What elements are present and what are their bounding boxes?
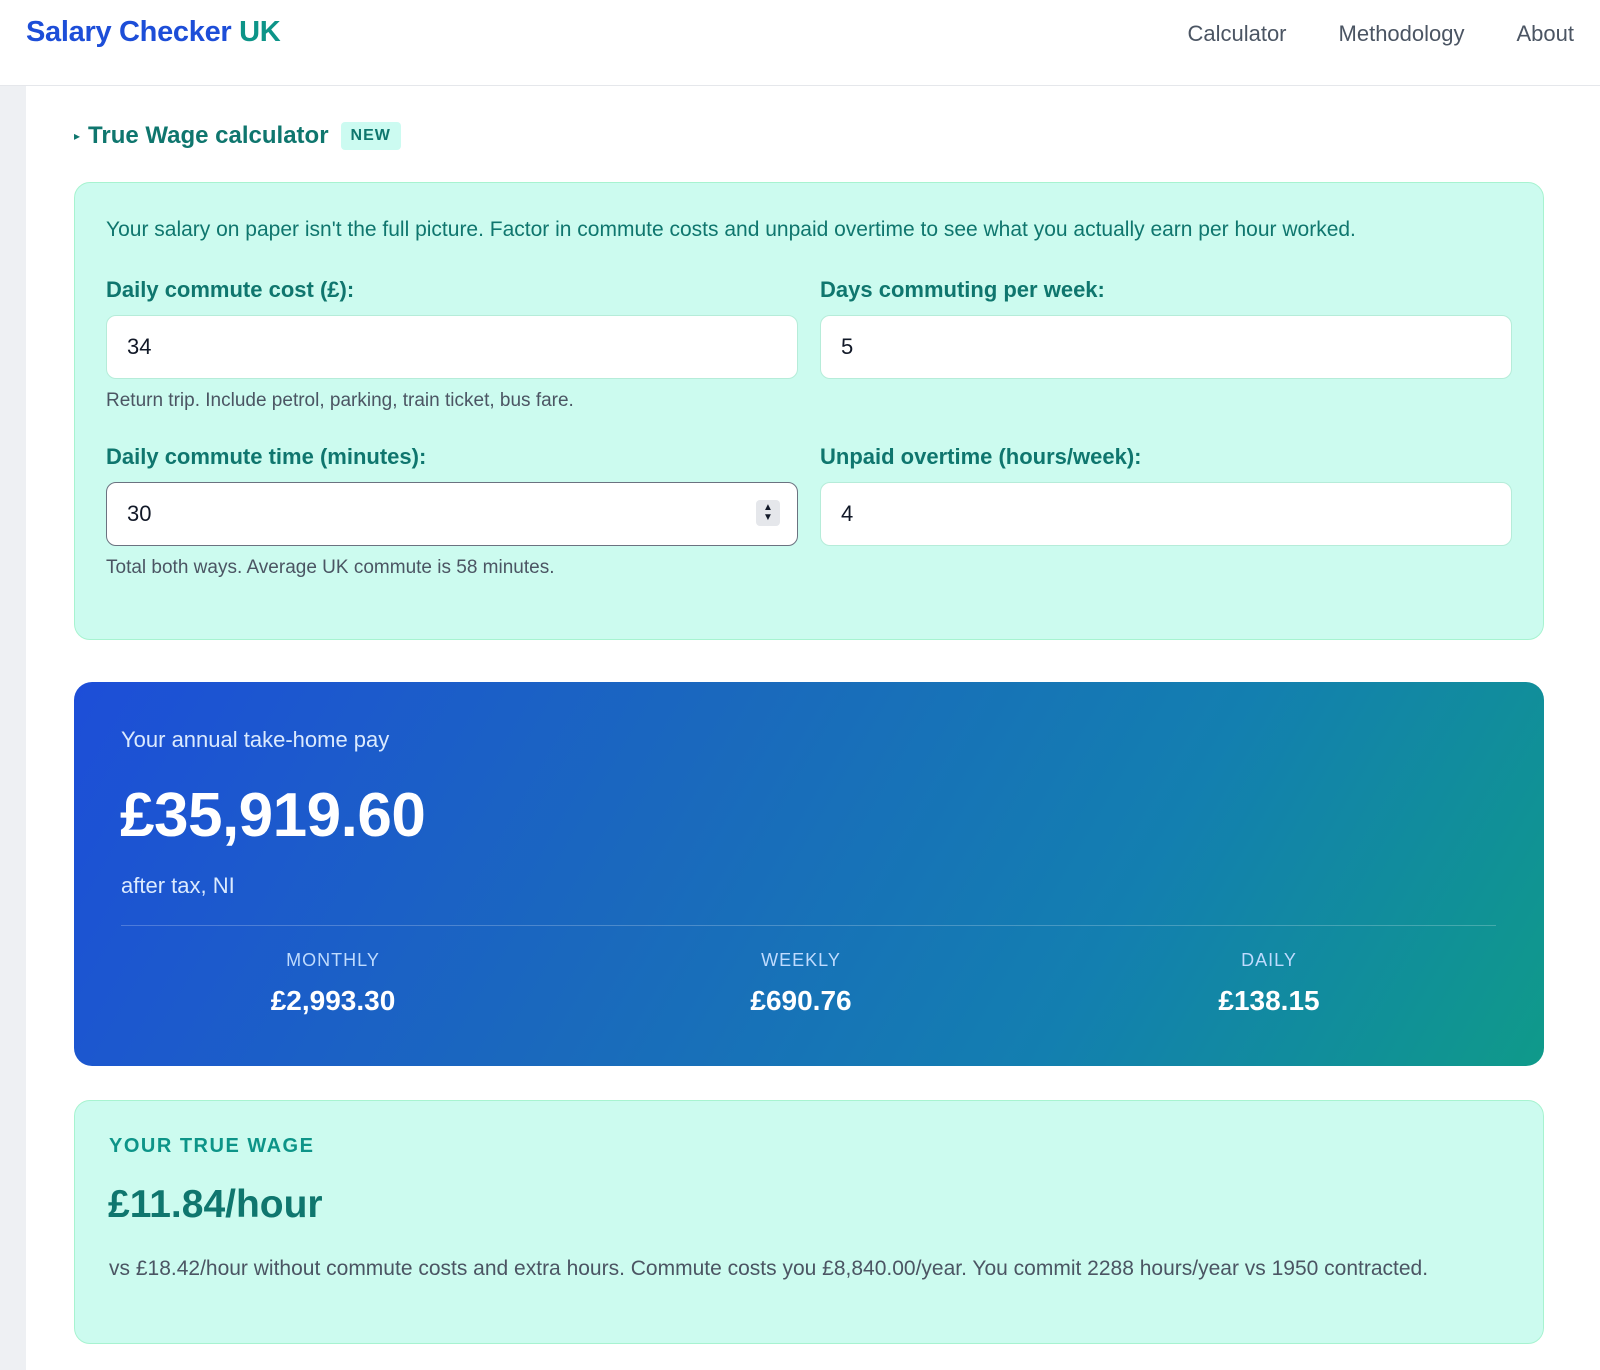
monthly-label: MONTHLY	[286, 950, 380, 970]
new-badge: NEW	[340, 122, 401, 150]
true-wage-value: £11.84/hour	[108, 1183, 323, 1226]
brand-accent: UK	[239, 16, 281, 48]
site-header: Salary Checker UK Calculator Methodology…	[0, 0, 1600, 86]
overtime-label: Unpaid overtime (hours/week):	[820, 444, 1142, 469]
monthly-value: £2,993.30	[270, 985, 396, 1016]
commute-time-input[interactable]	[106, 482, 798, 546]
brand-logo[interactable]: Salary Checker UK	[26, 16, 281, 49]
commute-time-wrapper: ▲ ▼	[106, 482, 798, 546]
true-wage-toggle-label: True Wage calculator	[88, 122, 329, 149]
overtime-input[interactable]	[820, 482, 1512, 546]
commute-cost-hint: Return trip. Include petrol, parking, tr…	[106, 390, 574, 411]
disclosure-triangle-icon: ▸	[74, 129, 81, 143]
weekly-value: £690.76	[750, 985, 852, 1016]
top-nav: Calculator Methodology About	[1187, 21, 1574, 47]
nav-methodology[interactable]: Methodology	[1339, 21, 1465, 47]
true-wage-label: YOUR TRUE WAGE	[109, 1135, 315, 1157]
weekly-label: WEEKLY	[761, 950, 841, 970]
days-per-week-input[interactable]	[820, 315, 1512, 379]
daily-stat: DAILY £138.15	[1119, 950, 1419, 1017]
commute-time-label: Daily commute time (minutes):	[106, 444, 427, 469]
nav-about[interactable]: About	[1517, 21, 1575, 47]
stepper-down-icon: ▼	[763, 512, 773, 523]
result-divider	[121, 925, 1496, 926]
commute-cost-input[interactable]	[106, 315, 798, 379]
commute-time-hint: Total both ways. Average UK commute is 5…	[106, 557, 555, 578]
daily-label: DAILY	[1241, 950, 1297, 970]
take-home-result-card: Your annual take-home pay £35,919.60 aft…	[74, 682, 1544, 1066]
commute-cost-label: Daily commute cost (£):	[106, 277, 355, 302]
true-wage-inputs-card: Your salary on paper isn't the full pict…	[74, 182, 1544, 640]
true-wage-result-card: YOUR TRUE WAGE £11.84/hour vs £18.42/hou…	[74, 1100, 1544, 1344]
take-home-subtitle: after tax, NI	[121, 873, 235, 898]
brand-name: Salary Checker	[26, 16, 232, 48]
daily-value: £138.15	[1218, 985, 1320, 1016]
monthly-stat: MONTHLY £2,993.30	[183, 950, 483, 1017]
weekly-stat: WEEKLY £690.76	[651, 950, 951, 1017]
main-content: ▸ True Wage calculator NEW Your salary o…	[26, 86, 1600, 1370]
true-wage-toggle[interactable]: ▸ True Wage calculator NEW	[74, 122, 401, 150]
take-home-label: Your annual take-home pay	[121, 727, 390, 752]
days-per-week-label: Days commuting per week:	[820, 277, 1105, 302]
true-wage-intro: Your salary on paper isn't the full pict…	[106, 218, 1356, 241]
take-home-amount: £35,919.60	[120, 781, 426, 850]
nav-calculator[interactable]: Calculator	[1187, 21, 1286, 47]
true-wage-description: vs £18.42/hour without commute costs and…	[109, 1257, 1429, 1280]
number-stepper[interactable]: ▲ ▼	[756, 500, 780, 526]
